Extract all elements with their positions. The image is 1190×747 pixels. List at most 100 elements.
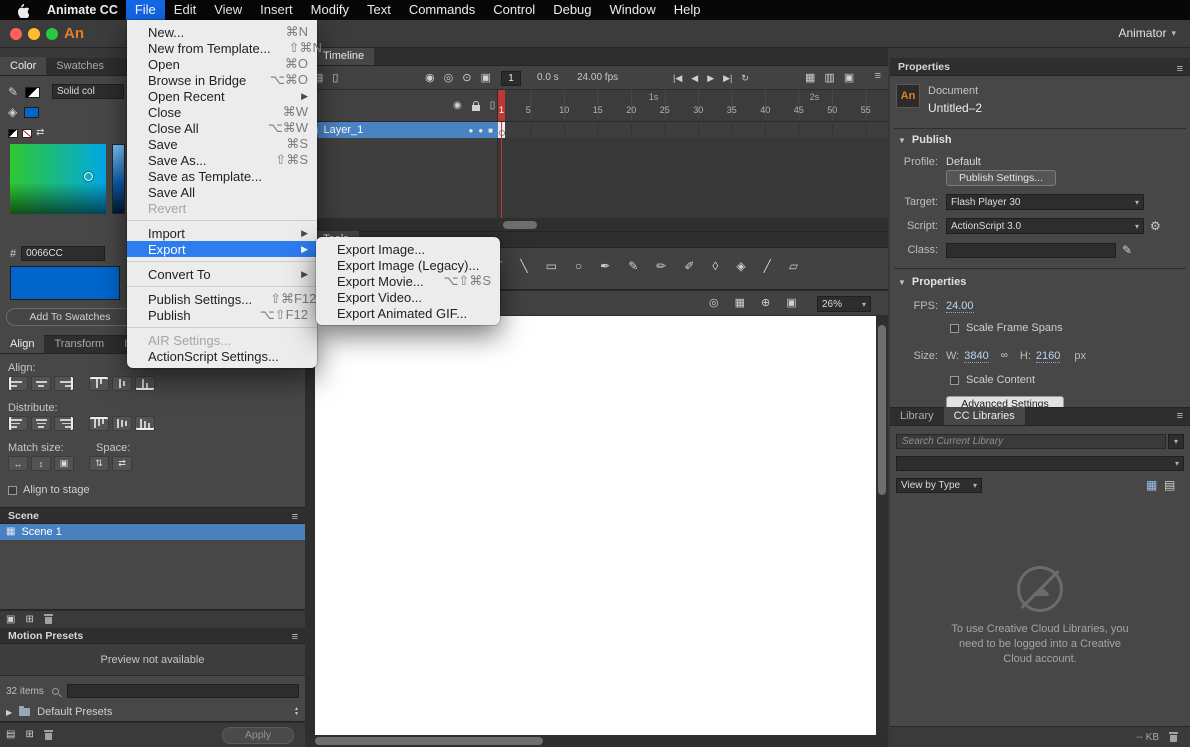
export-submenu-item-export-image-legacy[interactable]: Export Image (Legacy)... bbox=[316, 257, 500, 273]
file-menu-item-save-all[interactable]: Save All bbox=[127, 184, 317, 200]
align-left-button[interactable] bbox=[8, 376, 28, 391]
match-height-button[interactable]: ↕ bbox=[31, 456, 51, 471]
tab-color[interactable]: Color bbox=[0, 57, 46, 75]
menubar-item-window[interactable]: Window bbox=[601, 0, 665, 20]
align-to-stage-checkbox[interactable] bbox=[8, 486, 17, 495]
eraser-tool-icon[interactable]: ▱ bbox=[789, 260, 798, 272]
preset-folder-name[interactable]: Default Presets bbox=[37, 706, 287, 718]
color-type-dropdown[interactable]: Solid col bbox=[52, 84, 124, 99]
delete-preset-icon[interactable] bbox=[44, 730, 53, 741]
save-preset-icon[interactable]: ▤ bbox=[6, 730, 15, 740]
guides-icon[interactable]: ▦ bbox=[735, 298, 745, 309]
layer-name[interactable]: Layer_1 bbox=[324, 124, 464, 136]
duplicate-scene-icon[interactable]: ▣ bbox=[6, 615, 15, 625]
horizontal-scrollbar-thumb[interactable] bbox=[315, 737, 543, 745]
file-menu-item-browse-in-bridge[interactable]: Browse in Bridge⌥⌘O bbox=[127, 72, 317, 88]
file-menu-item-import[interactable]: Import▶ bbox=[127, 225, 317, 241]
scale-frame-spans-checkbox[interactable] bbox=[950, 324, 959, 333]
distribute-center-horizontal-button[interactable] bbox=[31, 416, 51, 431]
clip-content-icon[interactable]: ▣ bbox=[786, 298, 796, 309]
center-frame-icon[interactable]: ◉ bbox=[425, 73, 435, 84]
file-menu-item-new[interactable]: New...⌘N bbox=[127, 24, 317, 40]
align-bottom-button[interactable] bbox=[135, 376, 155, 391]
rectangle-tool-icon[interactable]: ▭ bbox=[546, 260, 557, 272]
pen-tool-icon[interactable]: ✒ bbox=[600, 260, 610, 272]
swap-colors-button[interactable]: ⇄ bbox=[36, 128, 44, 138]
fps-value[interactable]: 24.00 bbox=[946, 300, 974, 313]
insert-keyframe-icon[interactable]: ▣ bbox=[844, 73, 854, 84]
grid-view-icon[interactable]: ▦ bbox=[1146, 479, 1157, 491]
edit-multiple-frames-icon[interactable]: ▣ bbox=[480, 73, 490, 84]
onion-skin-outlines-icon[interactable]: ⊙ bbox=[462, 73, 471, 84]
remove-frame-icon[interactable]: ▥ bbox=[824, 73, 834, 84]
properties-section-header[interactable]: ▼ Properties bbox=[898, 276, 966, 288]
current-frame-field[interactable]: 1 bbox=[501, 71, 521, 86]
play-icon[interactable]: ▶ bbox=[707, 74, 714, 83]
loop-icon[interactable]: ↻ bbox=[741, 74, 749, 83]
scroll-stepper-icon[interactable]: ▲▼ bbox=[294, 707, 299, 717]
distribute-left-button[interactable] bbox=[8, 416, 28, 431]
document-name[interactable]: Untitled–2 bbox=[928, 101, 982, 115]
layer-frames-row[interactable] bbox=[498, 122, 888, 138]
layer-visibility-dot[interactable]: ● bbox=[468, 126, 473, 135]
layer-row[interactable]: ▤ Layer_1 ● ● ■ bbox=[305, 122, 498, 138]
search-dropdown-arrow[interactable]: ▾ bbox=[1168, 434, 1184, 449]
add-scene-icon[interactable]: ⊞ bbox=[25, 615, 33, 625]
menubar-item-text[interactable]: Text bbox=[358, 0, 400, 20]
menubar-item-control[interactable]: Control bbox=[484, 0, 544, 20]
minimize-window-button[interactable] bbox=[28, 28, 40, 40]
eyedropper-tool-icon[interactable]: ╱ bbox=[764, 260, 771, 272]
publish-settings-button[interactable]: Publish Settings... bbox=[946, 170, 1056, 186]
library-search-input[interactable] bbox=[896, 434, 1166, 449]
zoom-dropdown[interactable]: 26% ▾ bbox=[817, 296, 871, 312]
file-menu-item-save-as[interactable]: Save As...⇧⌘S bbox=[127, 152, 317, 168]
pencil-tool-icon[interactable]: ✎ bbox=[628, 260, 638, 272]
vertical-scrollbar-thumb[interactable] bbox=[878, 325, 886, 495]
paint-brush-tool-icon[interactable]: ✐ bbox=[684, 260, 694, 272]
default-colors-button[interactable] bbox=[8, 129, 18, 138]
scene-list-item[interactable]: ▦ Scene 1 bbox=[0, 524, 305, 540]
stage-canvas[interactable] bbox=[315, 316, 876, 735]
paint-bucket-tool-icon[interactable]: ◈ bbox=[736, 260, 745, 272]
file-menu-item-close[interactable]: Close⌘W bbox=[127, 104, 317, 120]
file-menu-item-convert-to[interactable]: Convert To▶ bbox=[127, 266, 317, 282]
apple-menu-icon[interactable] bbox=[0, 3, 39, 18]
tab-library[interactable]: Library bbox=[890, 407, 944, 425]
distribute-right-button[interactable] bbox=[54, 416, 74, 431]
hex-input[interactable]: 0066CC bbox=[21, 246, 105, 261]
step-back-icon[interactable]: ◀ bbox=[691, 74, 698, 83]
layer-outline-dot[interactable]: ■ bbox=[488, 126, 493, 135]
delete-icon[interactable]: ▯ bbox=[332, 73, 338, 84]
brush-tool-icon[interactable]: ✏ bbox=[656, 260, 666, 272]
export-submenu-item-export-animated-gif[interactable]: Export Animated GIF... bbox=[316, 305, 500, 321]
line-tool-icon[interactable]: ╲ bbox=[520, 260, 527, 272]
lock-layers-icon[interactable] bbox=[472, 105, 480, 111]
file-menu-item-export[interactable]: Export▶ bbox=[127, 241, 317, 257]
space-vertical-button[interactable]: ⇅ bbox=[89, 456, 109, 471]
fill-color-swatch[interactable] bbox=[24, 107, 39, 118]
go-to-first-frame-icon[interactable]: |◀ bbox=[673, 74, 682, 83]
file-menu-item-open-recent[interactable]: Open Recent▶ bbox=[127, 88, 317, 104]
preset-search-input[interactable] bbox=[67, 684, 299, 698]
stroke-color-swatch[interactable] bbox=[25, 87, 40, 98]
menubar-item-help[interactable]: Help bbox=[665, 0, 710, 20]
registration-grid-icon[interactable]: ⊕ bbox=[761, 298, 770, 309]
edit-class-pencil-icon[interactable]: ✎ bbox=[1122, 244, 1132, 256]
distribute-bottom-button[interactable] bbox=[135, 416, 155, 431]
camera-icon[interactable]: ◎ bbox=[709, 298, 719, 309]
menubar-item-insert[interactable]: Insert bbox=[251, 0, 302, 20]
file-menu-item-new-from-template[interactable]: New from Template...⇧⌘N bbox=[127, 40, 317, 56]
tab-align[interactable]: Align bbox=[0, 335, 44, 353]
distribute-middle-button[interactable] bbox=[112, 416, 132, 431]
menubar-item-debug[interactable]: Debug bbox=[544, 0, 600, 20]
export-submenu-item-export-movie[interactable]: Export Movie...⌥⇧⌘S bbox=[316, 273, 500, 289]
match-width-button[interactable]: ↔ bbox=[8, 456, 28, 471]
timeline-scrollbar-thumb[interactable] bbox=[503, 221, 537, 229]
delete-scene-icon[interactable] bbox=[44, 614, 53, 625]
export-submenu-item-export-video[interactable]: Export Video... bbox=[316, 289, 500, 305]
stroke-color-pencil-icon[interactable]: ✎ bbox=[8, 86, 18, 98]
link-dimensions-icon[interactable]: ∞ bbox=[1001, 351, 1008, 361]
menubar-item-modify[interactable]: Modify bbox=[302, 0, 358, 20]
file-menu-item-actionscript-settings[interactable]: ActionScript Settings... bbox=[127, 348, 317, 364]
zoom-window-button[interactable] bbox=[46, 28, 58, 40]
